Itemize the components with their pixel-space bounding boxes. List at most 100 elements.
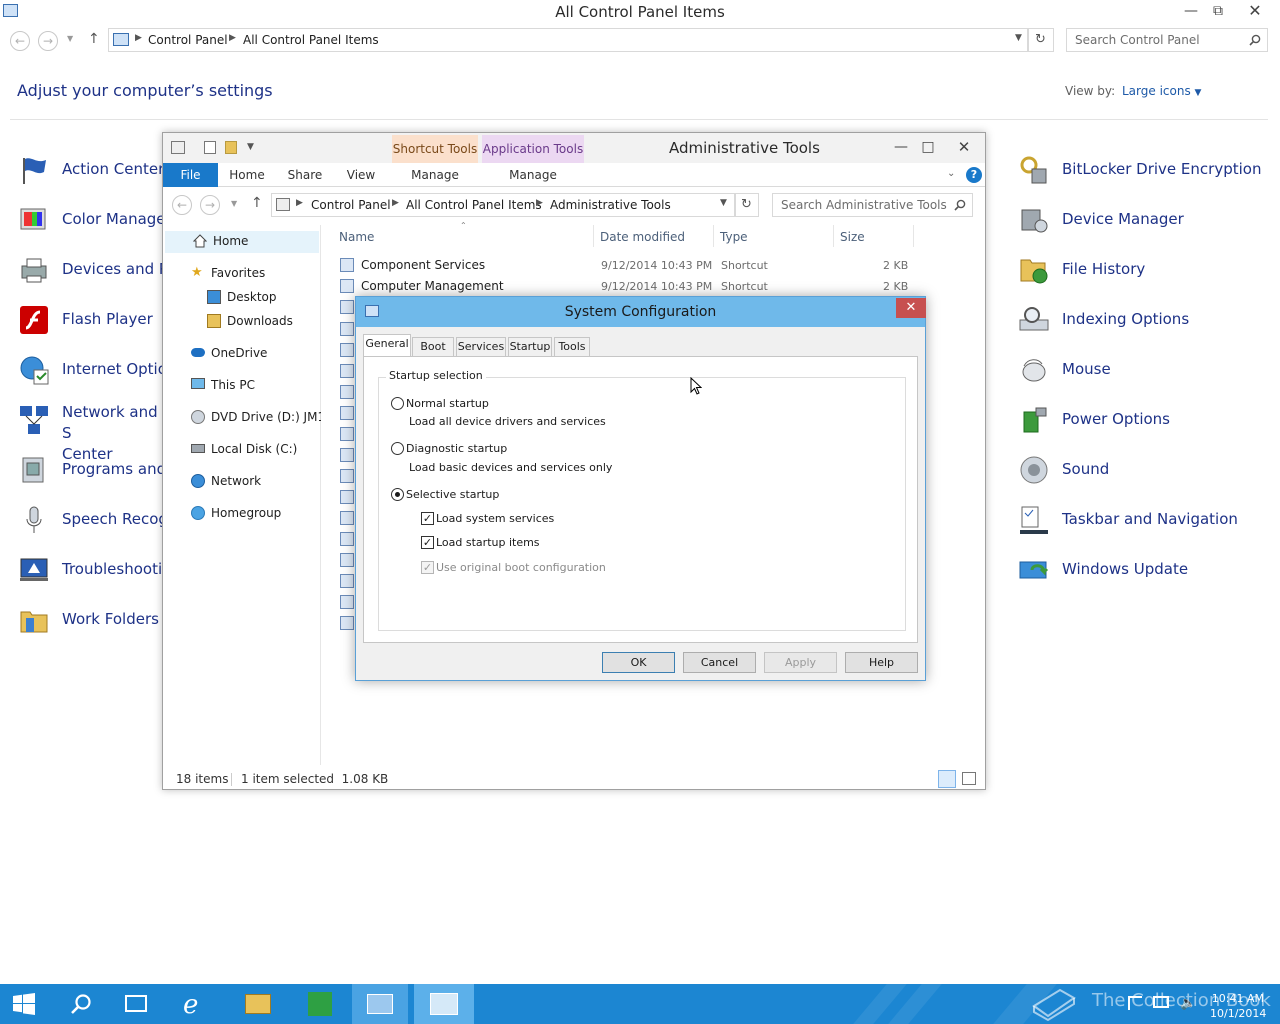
cp-item-flash-player[interactable]: Flash Player	[18, 302, 168, 342]
minimize-button[interactable]: —	[886, 136, 916, 158]
shortcut-icon[interactable]	[340, 574, 354, 588]
diagnostic-startup-label[interactable]: Diagnostic startup	[406, 442, 507, 455]
shortcut-icon[interactable]	[340, 322, 354, 336]
shortcut-icon[interactable]	[340, 616, 354, 630]
shortcut-icon[interactable]	[340, 595, 354, 609]
column-divider[interactable]	[713, 225, 714, 247]
quick-access-new-icon[interactable]	[204, 141, 216, 154]
shortcut-icon[interactable]	[340, 427, 354, 441]
shortcut-icon[interactable]	[340, 490, 354, 504]
load-startup-items-label[interactable]: Load startup items	[436, 536, 540, 549]
details-view-icon[interactable]	[938, 770, 956, 788]
ribbon-tab-share[interactable]: Share	[283, 163, 327, 187]
breadcrumb-chevron-icon[interactable]: ▶	[392, 198, 399, 208]
shortcut-icon[interactable]	[340, 406, 354, 420]
file-explorer-button[interactable]	[229, 984, 287, 1024]
start-button[interactable]	[0, 984, 50, 1024]
selective-startup-label[interactable]: Selective startup	[406, 488, 499, 501]
nav-network[interactable]: Network	[191, 471, 319, 493]
nav-homegroup[interactable]: Homegroup	[191, 503, 319, 525]
shortcut-icon[interactable]	[340, 532, 354, 546]
cp-item-power-options[interactable]: Power Options	[1018, 402, 1268, 442]
cp-item-internet-options[interactable]: Internet Optio	[18, 352, 168, 392]
breadcrumb-chevron-icon[interactable]: ▶	[135, 33, 142, 43]
cp-item-network-sharing[interactable]: Network and S Center	[18, 402, 168, 463]
cp-item-windows-update[interactable]: Windows Update	[1018, 552, 1268, 592]
selective-startup-radio[interactable]	[391, 488, 404, 501]
view-by-dropdown[interactable]: Large icons ▼	[1122, 84, 1201, 98]
shortcut-icon[interactable]	[340, 553, 354, 567]
cp-item-sound[interactable]: Sound	[1018, 452, 1268, 492]
cp-item-file-history[interactable]: File History	[1018, 252, 1268, 292]
ribbon-tab-home[interactable]: Home	[226, 163, 268, 187]
cp-item-mouse[interactable]: Mouse	[1018, 352, 1268, 392]
load-startup-items-checkbox[interactable]: ✓	[421, 536, 434, 549]
up-button[interactable]: ↑	[88, 31, 100, 47]
cancel-button[interactable]: Cancel	[683, 652, 756, 673]
nav-dvd-drive[interactable]: DVD Drive (D:) JM1_C	[191, 407, 321, 429]
minimize-button[interactable]: —	[1176, 0, 1206, 22]
customize-toolbar-chevron-icon[interactable]: ▼	[247, 142, 254, 152]
cp-item-taskbar-navigation[interactable]: Taskbar and Navigation	[1018, 502, 1268, 542]
column-header-date-modified[interactable]: Date modified	[600, 230, 685, 244]
refresh-button[interactable]: ↻	[1028, 28, 1054, 52]
ok-button[interactable]: OK	[602, 652, 675, 673]
cp-item-troubleshooting[interactable]: Troubleshootin	[18, 552, 172, 592]
close-button[interactable]: ✕	[949, 136, 979, 158]
cp-item-device-manager[interactable]: Device Manager	[1018, 202, 1268, 242]
refresh-button[interactable]: ↻	[735, 193, 759, 217]
breadcrumb-chevron-icon[interactable]: ▶	[296, 198, 303, 208]
search-input[interactable]: Search Control Panel	[1066, 28, 1268, 52]
ribbon-tab-file[interactable]: File	[163, 163, 218, 187]
breadcrumb-all-items[interactable]: All Control Panel Items	[243, 33, 379, 47]
breadcrumb-control-panel[interactable]: Control Panel	[148, 33, 228, 47]
ribbon-tab-view[interactable]: View	[341, 163, 381, 187]
cp-item-work-folders[interactable]: Work Folders	[18, 602, 168, 642]
store-button[interactable]	[291, 984, 349, 1024]
task-view-button[interactable]	[108, 984, 166, 1024]
internet-explorer-button[interactable]: e	[167, 984, 225, 1024]
recent-locations-chevron-icon[interactable]: ▼	[67, 34, 73, 43]
clock[interactable]: 10:41 AM 10/1/2014	[1210, 991, 1266, 1021]
tab-startup[interactable]: Startup	[508, 337, 552, 357]
file-row[interactable]: Computer Management 9/12/2014 10:43 PM S…	[338, 276, 913, 297]
maximize-button[interactable]: □	[913, 136, 943, 158]
nav-favorites[interactable]: ★ Favorites	[191, 263, 319, 285]
shortcut-icon[interactable]	[340, 511, 354, 525]
tab-general[interactable]: General	[363, 334, 411, 358]
column-header-name[interactable]: Name	[339, 230, 374, 244]
address-bar[interactable]: ▶ Control Panel ▶ All Control Panel Item…	[108, 28, 1028, 52]
shortcut-icon[interactable]	[340, 364, 354, 378]
cp-item-indexing-options[interactable]: Indexing Options	[1018, 302, 1268, 342]
cp-item-action-center[interactable]: Action Center	[18, 152, 168, 192]
address-dropdown-icon[interactable]: ▼	[720, 198, 727, 208]
shortcut-icon[interactable]	[340, 385, 354, 399]
breadcrumb-all-items[interactable]: All Control Panel Items	[406, 198, 542, 212]
cp-item-color-management[interactable]: Color Manage	[18, 202, 168, 242]
load-system-services-checkbox[interactable]: ✓	[421, 512, 434, 525]
back-button[interactable]: ←	[172, 195, 192, 215]
nav-this-pc[interactable]: This PC	[191, 375, 319, 397]
cp-item-programs-features[interactable]: Programs and	[18, 452, 168, 492]
address-dropdown-icon[interactable]: ▼	[1015, 33, 1022, 43]
cp-item-devices-printers[interactable]: Devices and Pr	[18, 252, 174, 292]
msconfig-taskbar-button[interactable]	[414, 984, 474, 1024]
tab-boot[interactable]: Boot	[412, 337, 454, 357]
up-button[interactable]: ↑	[251, 195, 263, 211]
breadcrumb-chevron-icon[interactable]: ▶	[229, 33, 236, 43]
forward-button[interactable]: →	[38, 31, 58, 51]
large-icons-view-icon[interactable]	[962, 772, 976, 785]
column-divider[interactable]	[593, 225, 594, 247]
tab-services[interactable]: Services	[456, 337, 506, 357]
breadcrumb-control-panel[interactable]: Control Panel	[311, 198, 391, 212]
search-taskbar-button[interactable]	[52, 984, 110, 1024]
cp-item-speech-recognition[interactable]: Speech Recogn	[18, 502, 177, 542]
nav-local-disk[interactable]: Local Disk (C:)	[191, 439, 319, 461]
shortcut-icon[interactable]	[340, 343, 354, 357]
normal-startup-label[interactable]: Normal startup	[406, 397, 489, 410]
normal-startup-radio[interactable]	[391, 397, 404, 410]
column-divider[interactable]	[833, 225, 834, 247]
nav-downloads[interactable]: Downloads	[207, 311, 319, 333]
breadcrumb-administrative-tools[interactable]: Administrative Tools	[550, 198, 671, 212]
column-header-size[interactable]: Size	[840, 230, 865, 244]
